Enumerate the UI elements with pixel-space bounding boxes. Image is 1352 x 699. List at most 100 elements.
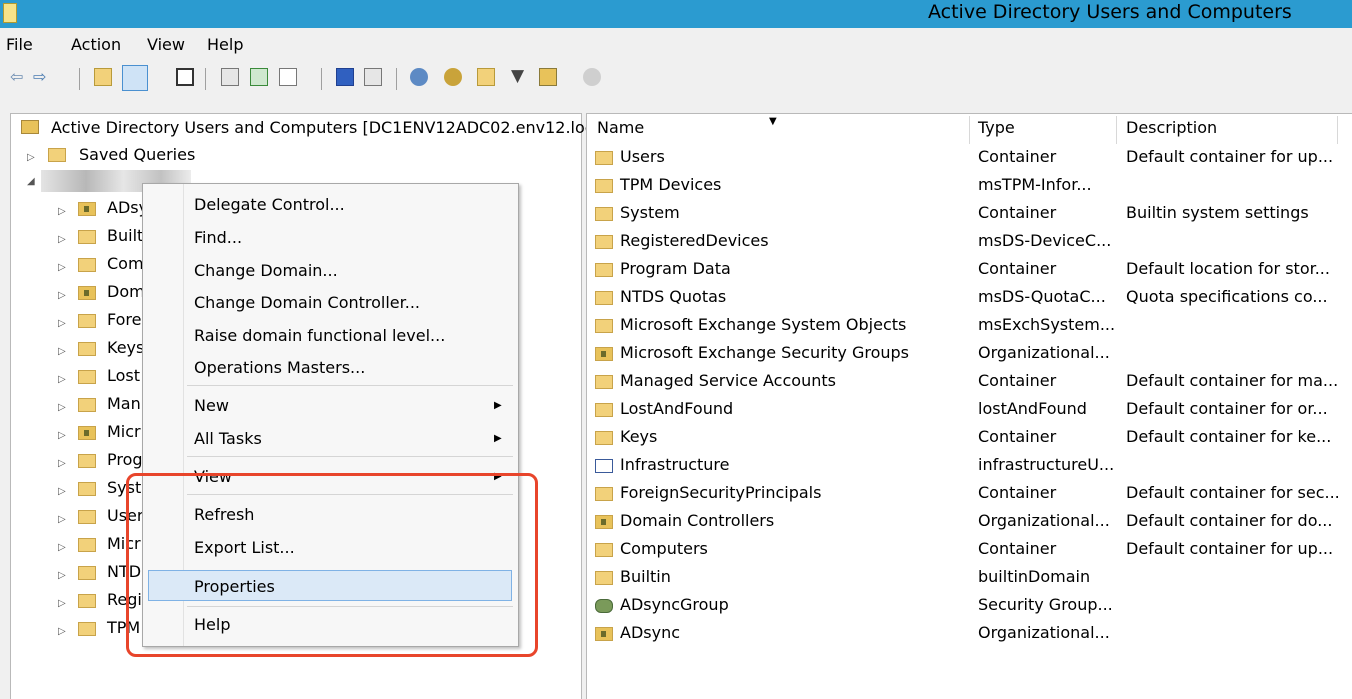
folder-icon — [78, 230, 96, 244]
tree-item[interactable]: Man — [107, 394, 141, 413]
tree-root[interactable]: Active Directory Users and Computers [DC… — [51, 118, 603, 137]
folder-icon — [78, 538, 96, 552]
list-row[interactable]: ForeignSecurityPrincipals Container Defa… — [587, 480, 1352, 508]
back-icon[interactable]: ⇦ — [10, 67, 28, 86]
column-header-name[interactable]: Name — [597, 118, 644, 144]
list-row[interactable]: NTDS Quotas msDS-QuotaC... Quota specifi… — [587, 284, 1352, 312]
tree-item[interactable]: Com — [107, 254, 144, 273]
menu-item-all-tasks[interactable]: All Tasks — [194, 429, 262, 448]
list-row[interactable]: ADsync Organizational... — [587, 620, 1352, 648]
list-row[interactable]: TPM Devices msTPM-Infor... — [587, 172, 1352, 200]
row-description: Default container for sec... — [1126, 483, 1340, 502]
menu-item-change-domain-controller[interactable]: Change Domain Controller... — [194, 293, 420, 312]
tree-item[interactable]: Keys — [107, 338, 144, 357]
list-row[interactable]: Microsoft Exchange System Objects msExch… — [587, 312, 1352, 340]
row-type: Security Group... — [978, 595, 1113, 614]
row-type: Organizational... — [978, 343, 1110, 362]
list-row[interactable]: Builtin builtinDomain — [587, 564, 1352, 592]
menu-action[interactable]: Action — [71, 35, 121, 54]
list-row[interactable]: Program Data Container Default location … — [587, 256, 1352, 284]
row-name: RegisteredDevices — [620, 231, 769, 250]
console-tree-icon[interactable] — [122, 65, 148, 91]
ou-icon — [78, 426, 96, 440]
list-row[interactable]: Managed Service Accounts Container Defau… — [587, 368, 1352, 396]
expand-icon[interactable]: ▷ — [58, 430, 66, 441]
expand-icon[interactable]: ▷ — [58, 570, 66, 581]
expand-icon[interactable]: ▷ — [58, 542, 66, 553]
list-row[interactable]: Users Container Default container for up… — [587, 144, 1352, 172]
folder-icon — [78, 342, 96, 356]
menu-item-raise-functional-level[interactable]: Raise domain functional level... — [194, 326, 445, 345]
column-header-type[interactable]: Type — [978, 118, 1015, 144]
app-icon[interactable] — [3, 3, 17, 23]
tree-item[interactable]: Lost — [107, 366, 140, 385]
refresh-icon[interactable] — [250, 68, 268, 86]
ou-icon — [595, 627, 613, 641]
menu-view[interactable]: View — [147, 35, 185, 54]
infrastructure-icon — [595, 459, 613, 473]
menu-file[interactable]: File — [6, 35, 33, 54]
add-member-icon[interactable] — [583, 68, 601, 86]
list-row[interactable]: System Container Builtin system settings — [587, 200, 1352, 228]
properties-icon[interactable] — [221, 68, 239, 86]
list-row[interactable]: Keys Container Default container for ke.… — [587, 424, 1352, 452]
expand-icon[interactable]: ▷ — [58, 206, 66, 217]
menu-item-change-domain[interactable]: Change Domain... — [194, 261, 338, 280]
folder-icon — [595, 571, 613, 585]
row-type: lostAndFound — [978, 399, 1087, 418]
row-type: Organizational... — [978, 623, 1110, 642]
collapse-icon[interactable]: ◢ — [27, 176, 35, 187]
menu-item-delegate-control[interactable]: Delegate Control... — [194, 195, 345, 214]
list-row[interactable]: Domain Controllers Organizational... Def… — [587, 508, 1352, 536]
folder-icon — [595, 403, 613, 417]
expand-icon[interactable]: ▷ — [58, 458, 66, 469]
tree-item[interactable]: Prog — [107, 450, 143, 469]
list-row[interactable]: Microsoft Exchange Security Groups Organ… — [587, 340, 1352, 368]
expand-icon[interactable]: ▷ — [58, 374, 66, 385]
copy-icon[interactable] — [176, 68, 194, 86]
expand-icon[interactable]: ▷ — [58, 402, 66, 413]
expand-icon[interactable]: ▷ — [58, 346, 66, 357]
list-row[interactable]: Computers Container Default container fo… — [587, 536, 1352, 564]
ou-icon — [595, 347, 613, 361]
list-row[interactable]: LostAndFound lostAndFound Default contai… — [587, 396, 1352, 424]
menu-help[interactable]: Help — [207, 35, 243, 54]
forward-icon[interactable]: ⇨ — [33, 67, 51, 86]
find-icon[interactable] — [539, 68, 557, 86]
up-folder-icon[interactable] — [94, 68, 112, 86]
groups-icon[interactable] — [444, 68, 462, 86]
tree-item[interactable]: Built — [107, 226, 143, 245]
row-description: Default container for ma... — [1126, 371, 1339, 390]
expand-icon[interactable]: ▷ — [58, 290, 66, 301]
list-row[interactable]: Infrastructure infrastructureU... — [587, 452, 1352, 480]
expand-icon[interactable]: ▷ — [58, 318, 66, 329]
column-header-description[interactable]: Description — [1126, 118, 1217, 144]
expand-icon[interactable]: ▷ — [58, 598, 66, 609]
tree-item[interactable]: Dom — [107, 282, 145, 301]
list-row[interactable]: RegisteredDevices msDS-DeviceC... — [587, 228, 1352, 256]
details-pane[interactable]: Name ▼ Type Description Users Container … — [586, 113, 1352, 699]
list-row[interactable]: ADsyncGroup Security Group... — [587, 592, 1352, 620]
expand-icon[interactable]: ▷ — [58, 514, 66, 525]
tree-saved-queries[interactable]: Saved Queries — [79, 145, 195, 164]
ou-icon[interactable] — [477, 68, 495, 86]
folder-icon — [78, 398, 96, 412]
expand-icon[interactable]: ▷ — [58, 262, 66, 273]
menu-item-new[interactable]: New — [194, 396, 229, 415]
filter-icon[interactable]: ▼ — [511, 66, 529, 86]
expand-icon[interactable]: ▷ — [27, 152, 35, 163]
expand-icon[interactable]: ▷ — [58, 626, 66, 637]
export-icon[interactable] — [279, 68, 297, 86]
row-name: LostAndFound — [620, 399, 734, 418]
tree-item[interactable]: Micr — [107, 422, 141, 441]
expand-icon[interactable]: ▷ — [58, 486, 66, 497]
folder-icon — [78, 314, 96, 328]
mmc-icon[interactable] — [364, 68, 382, 86]
expand-icon[interactable]: ▷ — [58, 234, 66, 245]
users-icon[interactable] — [410, 68, 428, 86]
menu-item-operations-masters[interactable]: Operations Masters... — [194, 358, 365, 377]
tree-item[interactable]: Fore — [107, 310, 142, 329]
menu-item-find[interactable]: Find... — [194, 228, 242, 247]
help-icon[interactable] — [336, 68, 354, 86]
folder-icon — [595, 431, 613, 445]
